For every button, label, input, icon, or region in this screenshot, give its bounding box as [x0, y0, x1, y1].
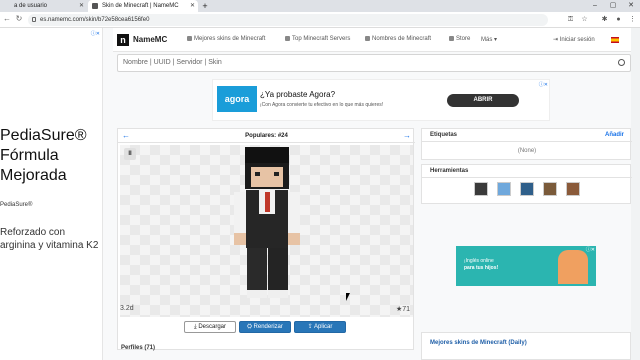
url-text: es.namemc.com/skin/b72e58cea6156fe0	[40, 17, 150, 23]
skin-rank-title: Populares: #24	[245, 133, 288, 139]
agora-logo: agora	[217, 86, 257, 112]
extensions-icon[interactable]: ✱	[600, 15, 609, 24]
add-tag-link[interactable]: Añadir	[605, 132, 624, 138]
nav-label: Mejores skins de Minecraft	[194, 36, 266, 42]
search-input[interactable]: Nombre | UUID | Servidor | Skin	[117, 54, 631, 72]
tags-card: Etiquetas Añadir (None)	[421, 128, 632, 160]
nav-label: Top Minecraft Servers	[292, 36, 351, 42]
skin-3d-viewer[interactable]: II	[120, 145, 413, 317]
prev-arrow-icon[interactable]: ←	[122, 129, 130, 143]
lock-icon	[32, 17, 36, 22]
left-ad[interactable]: ⓘ✕ PediaSure® Fórmula Mejorada PediaSure…	[0, 28, 103, 360]
server-icon	[285, 36, 290, 41]
next-arrow-icon[interactable]: →	[403, 129, 411, 143]
tool-skin-icon[interactable]	[474, 182, 488, 196]
search-placeholder: Nombre | UUID | Servidor | Skin	[123, 59, 222, 66]
nav-best-skins[interactable]: Mejores skins de Minecraft	[187, 36, 265, 42]
nav-store[interactable]: Store	[449, 36, 470, 42]
cart-icon	[449, 36, 454, 41]
namemc-favicon-icon	[92, 3, 98, 9]
banner-title: ¿Ya probaste Agora?	[260, 90, 336, 99]
tool-skin-icon[interactable]	[566, 182, 580, 196]
people-icon	[187, 36, 192, 41]
tab-title: Skin de Minecraft | NameMC	[102, 3, 179, 9]
url-field[interactable]: es.namemc.com/skin/b72e58cea6156fe0	[28, 14, 548, 26]
tab-title: a de usuario	[14, 3, 48, 9]
close-tab-icon[interactable]: ✕	[190, 0, 195, 12]
ad-choices-icon[interactable]: ⓘ✕	[586, 246, 595, 253]
tools-card: Herramientas	[421, 164, 632, 204]
reload-icon[interactable]: ↻	[14, 14, 24, 23]
divider	[422, 177, 632, 178]
english-course-ad[interactable]: ⓘ✕ ¡Inglés online para tus hijos!	[456, 246, 596, 286]
nav-servers[interactable]: Top Minecraft Servers	[285, 36, 350, 42]
minecraft-skin-figure	[234, 147, 300, 298]
tools-title: Herramientas	[430, 168, 469, 174]
search-icon[interactable]	[618, 59, 625, 66]
skin-age: 3.2d	[120, 305, 134, 312]
ad-body: Reforzado con arginina y vitamina K2	[0, 227, 99, 251]
login-link[interactable]: ⇥ Iniciar sesión	[553, 36, 595, 43]
ad-headline: PediaSure® Fórmula Mejorada	[0, 127, 87, 184]
profiles-heading: Perfiles (71)	[121, 345, 156, 351]
render-button[interactable]: ⛭ Renderizar	[239, 321, 291, 333]
top-skins-card: Mejores skins de Minecraft (Daily)	[421, 332, 631, 360]
nav-label: Store	[456, 36, 471, 42]
banner-cta-button[interactable]: ABRIR	[447, 94, 519, 107]
nav-label: Nombres de Minecraft	[372, 36, 432, 42]
brand-name[interactable]: NameMC	[133, 35, 167, 44]
browser-tab-active[interactable]: Skin de Minecraft | NameMC ✕	[88, 0, 198, 12]
agora-banner-ad[interactable]: ⓘ✕ agora ¿Ya probaste Agora? ¡Con Agora …	[212, 79, 550, 121]
tool-skin-icon[interactable]	[497, 182, 511, 196]
back-icon[interactable]: ←	[2, 14, 12, 23]
ad-brand: PediaSure®	[0, 202, 33, 208]
ad-text: ¡Inglés online para tus hijos!	[464, 258, 498, 272]
divider	[422, 141, 632, 142]
close-tab-icon[interactable]: ✕	[79, 0, 84, 12]
key-icon[interactable]: ⚿	[566, 15, 575, 24]
tab-strip: a de usuario ✕ Skin de Minecraft | NameM…	[0, 0, 640, 12]
new-tab-button[interactable]: +	[199, 0, 211, 12]
ad-text-line: para tus hijos!	[464, 265, 499, 271]
tags-empty: (None)	[517, 148, 537, 154]
skin-actions: ⤓ Descargar ⛭ Renderizar ⇪ Aplicar	[118, 321, 415, 335]
spain-flag-icon[interactable]	[611, 37, 619, 43]
ad-text-line: ¡Inglés online	[464, 258, 494, 264]
tag-icon	[365, 36, 370, 41]
apply-button[interactable]: ⇪ Aplicar	[294, 321, 346, 333]
ad-choices-icon[interactable]: ⓘ✕	[91, 30, 100, 37]
tool-skin-icon[interactable]	[520, 182, 534, 196]
skin-stars[interactable]: ★71	[396, 305, 410, 313]
banner-subtitle: ¡Con Agora convierte tu efectivo en lo q…	[260, 102, 384, 108]
address-bar-row: ← ↻ es.namemc.com/skin/b72e58cea6156fe0 …	[0, 12, 640, 28]
restore-button[interactable]: ▢	[604, 0, 622, 12]
mouse-cursor-icon	[346, 293, 350, 301]
avatar[interactable]: ●	[614, 15, 623, 24]
tags-title: Etiquetas	[430, 132, 458, 138]
top-skins-title[interactable]: Mejores skins de Minecraft (Daily)	[430, 340, 527, 346]
namemc-logo-icon[interactable]: n	[117, 34, 129, 46]
nav-more[interactable]: Más ▾	[481, 36, 497, 43]
skin-panel-header: ← Populares: #24 →	[118, 129, 415, 143]
minimize-button[interactable]: –	[586, 0, 604, 12]
child-photo	[558, 250, 588, 284]
skin-panel: ← Populares: #24 → II 3.2d ★71 ⤓ Descarg…	[117, 128, 415, 350]
nav-names[interactable]: Nombres de Minecraft	[365, 36, 431, 42]
browser-tab[interactable]: a de usuario ✕	[0, 0, 87, 12]
site-navbar: n NameMC Mejores skins de Minecraft Top …	[113, 28, 631, 52]
close-window-button[interactable]: ✕	[622, 0, 640, 12]
star-icon[interactable]: ☆	[580, 15, 589, 24]
download-button[interactable]: ⤓ Descargar	[184, 321, 236, 333]
tool-skin-icon[interactable]	[543, 182, 557, 196]
scroll-gutter	[631, 28, 640, 360]
ad-choices-icon[interactable]: ⓘ✕	[539, 81, 548, 88]
menu-icon[interactable]: ⋮	[628, 15, 637, 24]
page: ⓘ✕ PediaSure® Fórmula Mejorada PediaSure…	[0, 28, 640, 360]
